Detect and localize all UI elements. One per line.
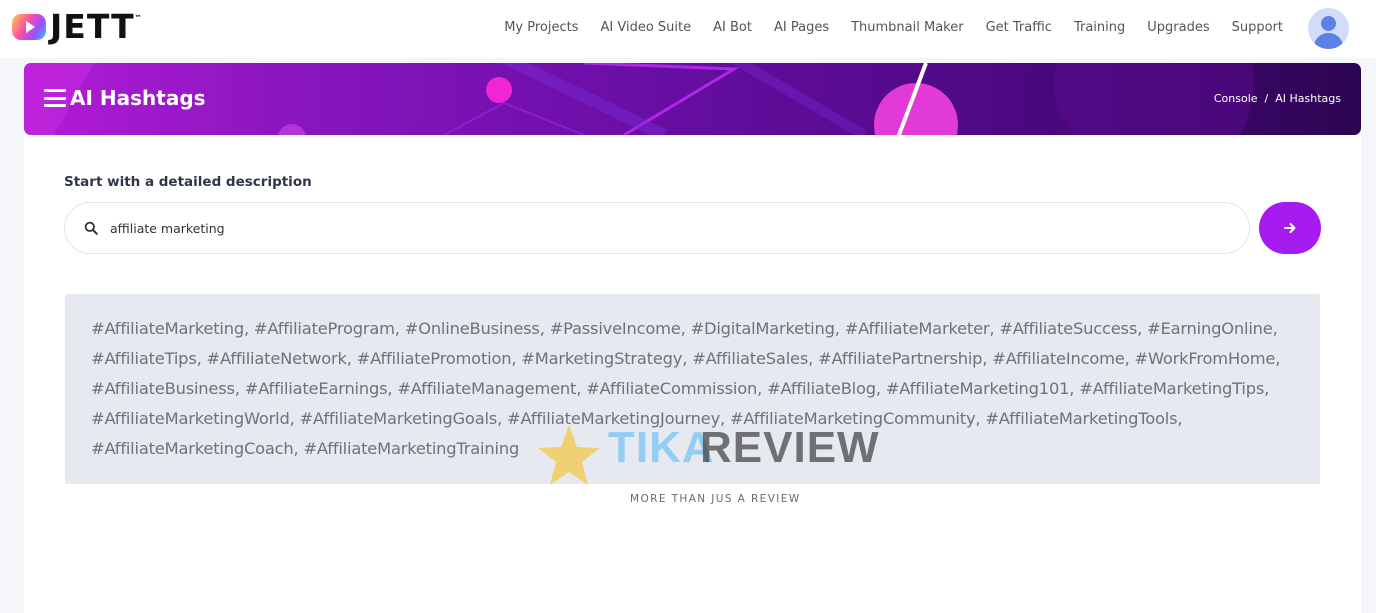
breadcrumb-current: AI Hashtags — [1275, 92, 1341, 105]
banner-title: AI Hashtags — [44, 85, 206, 111]
hashtag-result-text: #AffiliateMarketing, #AffiliateProgram, … — [91, 319, 1281, 458]
arrow-right-icon — [1284, 223, 1296, 233]
logo-trademark: ™ — [134, 14, 142, 22]
nav-training[interactable]: Training — [1074, 18, 1125, 38]
nav-thumbnail-maker[interactable]: Thumbnail Maker — [851, 18, 964, 38]
nav-ai-video-suite[interactable]: AI Video Suite — [601, 18, 692, 38]
nav-ai-pages[interactable]: AI Pages — [774, 18, 829, 38]
main-nav: My Projects AI Video Suite AI Bot AI Pag… — [482, 18, 1283, 38]
hamburger-menu-icon[interactable] — [44, 89, 66, 107]
play-logo-icon — [12, 14, 46, 40]
nav-ai-bot[interactable]: AI Bot — [713, 18, 752, 38]
generate-button[interactable] — [1259, 202, 1321, 254]
page-banner: AI Hashtags Console / AI Hashtags — [24, 63, 1361, 135]
description-input-wrapper[interactable] — [64, 202, 1250, 254]
user-avatar-icon[interactable] — [1308, 8, 1349, 49]
top-navbar: JETT ™ My Projects AI Video Suite AI Bot… — [0, 0, 1376, 58]
nav-get-traffic[interactable]: Get Traffic — [986, 18, 1052, 38]
page-title: AI Hashtags — [70, 86, 206, 110]
description-input[interactable] — [110, 217, 1230, 239]
banner-decoration — [24, 63, 1254, 135]
nav-upgrades[interactable]: Upgrades — [1147, 18, 1209, 38]
logo-text: JETT — [50, 7, 135, 46]
nav-support[interactable]: Support — [1232, 18, 1283, 38]
breadcrumb-console[interactable]: Console — [1214, 92, 1258, 105]
hashtag-card: Start with a detailed description #Affil… — [24, 135, 1361, 613]
description-label: Start with a detailed description — [64, 174, 312, 190]
hashtag-result: #AffiliateMarketing, #AffiliateProgram, … — [65, 294, 1320, 484]
nav-my-projects[interactable]: My Projects — [504, 18, 578, 38]
breadcrumb: Console / AI Hashtags — [1214, 92, 1341, 105]
search-icon — [84, 221, 98, 235]
breadcrumb-separator: / — [1264, 92, 1269, 105]
jett-logo[interactable]: JETT ™ — [12, 7, 142, 46]
